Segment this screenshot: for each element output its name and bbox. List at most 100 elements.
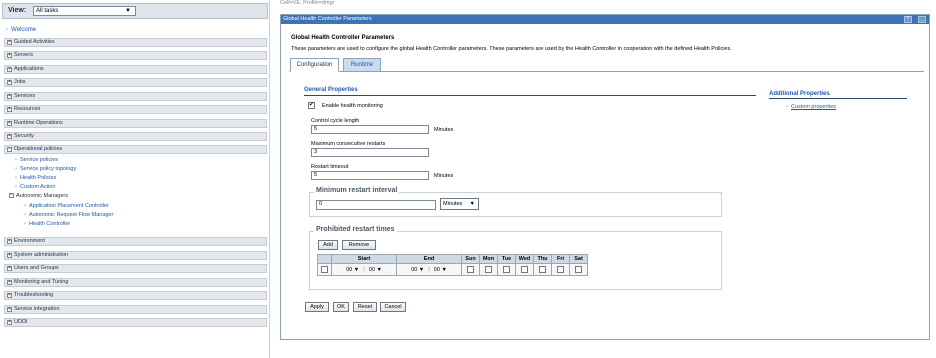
nav-section-uddi[interactable]: + UDDI [4, 318, 267, 327]
restart-timeout-input[interactable]: 5 [311, 171, 429, 180]
nav-item-autonomic-request-flow-manager[interactable]: ▫ Autonomic Request Flow Manager [24, 212, 113, 218]
expand-icon[interactable]: + [7, 53, 12, 58]
nav-section-monitoring-and-tuning[interactable]: + Monitoring and Tuning [4, 278, 267, 287]
navigation-panel: View: All tasks ▼ ▫ Welcome + Guided Acti… [0, 0, 270, 358]
minimize-button[interactable]: _ [918, 16, 926, 23]
expand-icon[interactable]: + [7, 239, 12, 244]
wed-checkbox[interactable] [521, 266, 528, 273]
control-cycle-input[interactable]: 5 [311, 125, 429, 134]
expand-icon[interactable]: + [7, 280, 12, 285]
chevron-down-icon: ▼ [469, 201, 475, 207]
cancel-button[interactable]: Cancel [380, 302, 406, 312]
bullet-icon: ▫ [786, 104, 788, 110]
expand-icon[interactable]: + [7, 80, 12, 85]
collapse-icon[interactable]: − [7, 147, 12, 152]
nav-item-service-policy-topology[interactable]: ▫ Service policy topology [15, 166, 76, 172]
end-hour-select[interactable]: 00 ▼ [409, 267, 426, 273]
table-row: 00 ▼ ⁝ 00 ▼ 00 ▼ ⁝ 00 ▼ [317, 263, 588, 276]
column-header-start: Start [331, 254, 397, 264]
nav-section-environment[interactable]: + Environment [4, 237, 267, 246]
view-label: View: [8, 7, 27, 14]
start-minute-select[interactable]: 00 ▼ [367, 267, 384, 273]
main-panel: Global Health Controller Parameters ? _ … [280, 14, 930, 340]
nav-section-operational-policies[interactable]: − Operational policies [4, 145, 267, 154]
reset-button[interactable]: Reset [353, 302, 377, 312]
mon-checkbox[interactable] [485, 266, 492, 273]
nav-group-autonomic-managers[interactable]: − Autonomic Managers [9, 193, 68, 199]
expand-icon[interactable]: + [7, 307, 12, 312]
max-restarts-label: Maximum consecutive restarts [311, 141, 386, 147]
help-button[interactable]: ? [904, 16, 912, 23]
sun-checkbox[interactable] [467, 266, 474, 273]
control-cycle-label: Control cycle length [311, 118, 360, 124]
thu-checkbox[interactable] [539, 266, 546, 273]
column-header-wed: Wed [515, 254, 534, 264]
tab-configuration[interactable]: Configuration [290, 58, 339, 72]
min-restart-interval-input[interactable]: 0 [316, 200, 436, 210]
column-header-end: End [396, 254, 462, 264]
nav-section-services[interactable]: + Services [4, 92, 267, 101]
nav-section-service-integration[interactable]: + Service integration [4, 305, 267, 314]
page-heading: Global Health Controller Parameters [291, 35, 395, 41]
collapse-icon[interactable]: − [9, 193, 14, 199]
nav-item-custom-action[interactable]: ▫ Custom Action [15, 184, 55, 190]
expand-icon[interactable]: + [7, 107, 12, 112]
view-select-value: All tasks [36, 8, 59, 14]
nav-section-applications[interactable]: + Applications [4, 65, 267, 74]
end-minute-select[interactable]: 00 ▼ [432, 267, 449, 273]
tab-runtime[interactable]: Runtime [343, 58, 381, 72]
nav-section-users-and-groups[interactable]: + Users and Groups [4, 264, 267, 273]
nav-section-system-administration[interactable]: + System administration [4, 251, 267, 260]
panel-title-bar: Global Health Controller Parameters ? _ [281, 15, 929, 24]
custom-properties-link[interactable]: ▫ Custom properties [786, 104, 836, 110]
nav-item-health-policies[interactable]: ▫ Health Policies [15, 175, 56, 181]
column-header-sat: Sat [569, 254, 588, 264]
fri-checkbox[interactable] [557, 266, 564, 273]
nav-section-resources[interactable]: + Resources [4, 105, 267, 114]
expand-icon[interactable]: + [7, 320, 12, 325]
nav-item-health-controller[interactable]: ▫ Health Controller [24, 221, 70, 227]
expand-icon[interactable]: + [7, 266, 12, 271]
nav-section-guided-activities[interactable]: + Guided Activities [4, 38, 267, 47]
table-header-row: Start End Sun Mon Tue Wed Thu Fri Sat [317, 254, 588, 264]
nav-item-service-policies[interactable]: ▫ Service policies [15, 157, 58, 163]
bullet-icon: ▫ [6, 27, 9, 33]
nav-section-runtime-operations[interactable]: + Runtime Operations [4, 119, 267, 128]
enable-health-monitoring-checkbox[interactable] [308, 101, 315, 109]
wed-cell [515, 263, 534, 276]
nav-section-jobs[interactable]: + Jobs [4, 78, 267, 87]
apply-button[interactable]: Apply [305, 302, 329, 312]
breadcrumb: Cell=VE, Profile=dmgr [280, 0, 335, 6]
add-button[interactable]: Add [318, 240, 338, 250]
tab-divider [289, 71, 924, 72]
ok-button[interactable]: OK [333, 302, 349, 312]
welcome-link[interactable]: ▫ Welcome [6, 27, 36, 33]
nav-section-troubleshooting[interactable]: + Troubleshooting [4, 291, 267, 300]
mon-cell [479, 263, 498, 276]
remove-button[interactable]: Remove [342, 240, 376, 250]
restart-timeout-label: Restart timeout [311, 164, 349, 170]
max-restarts-input[interactable]: 3 [311, 148, 429, 157]
expand-icon[interactable]: + [7, 253, 12, 258]
column-header-thu: Thu [533, 254, 552, 264]
column-header-fri: Fri [551, 254, 570, 264]
sun-cell [461, 263, 480, 276]
start-hour-select[interactable]: 00 ▼ [344, 267, 361, 273]
view-select[interactable]: All tasks ▼ [33, 6, 136, 16]
nav-item-application-placement-controller[interactable]: ▫ Application Placement Controller [24, 203, 109, 209]
expand-icon[interactable]: + [7, 134, 12, 139]
expand-icon[interactable]: + [7, 67, 12, 72]
tue-checkbox[interactable] [503, 266, 510, 273]
sat-checkbox[interactable] [575, 266, 582, 273]
nav-section-security[interactable]: + Security [4, 132, 267, 141]
row-select-checkbox[interactable] [321, 266, 328, 273]
spinner-icon: ⁝ [428, 266, 430, 273]
nav-section-servers[interactable]: + Servers [4, 51, 267, 60]
expand-icon[interactable]: + [7, 40, 12, 45]
column-header-mon: Mon [479, 254, 498, 264]
expand-icon[interactable]: + [7, 121, 12, 126]
expand-icon[interactable]: + [7, 293, 12, 298]
end-time-cell: 00 ▼ ⁝ 00 ▼ [396, 263, 462, 276]
min-restart-interval-unit-select[interactable]: Minutes ▼ [440, 198, 479, 210]
expand-icon[interactable]: + [7, 94, 12, 99]
